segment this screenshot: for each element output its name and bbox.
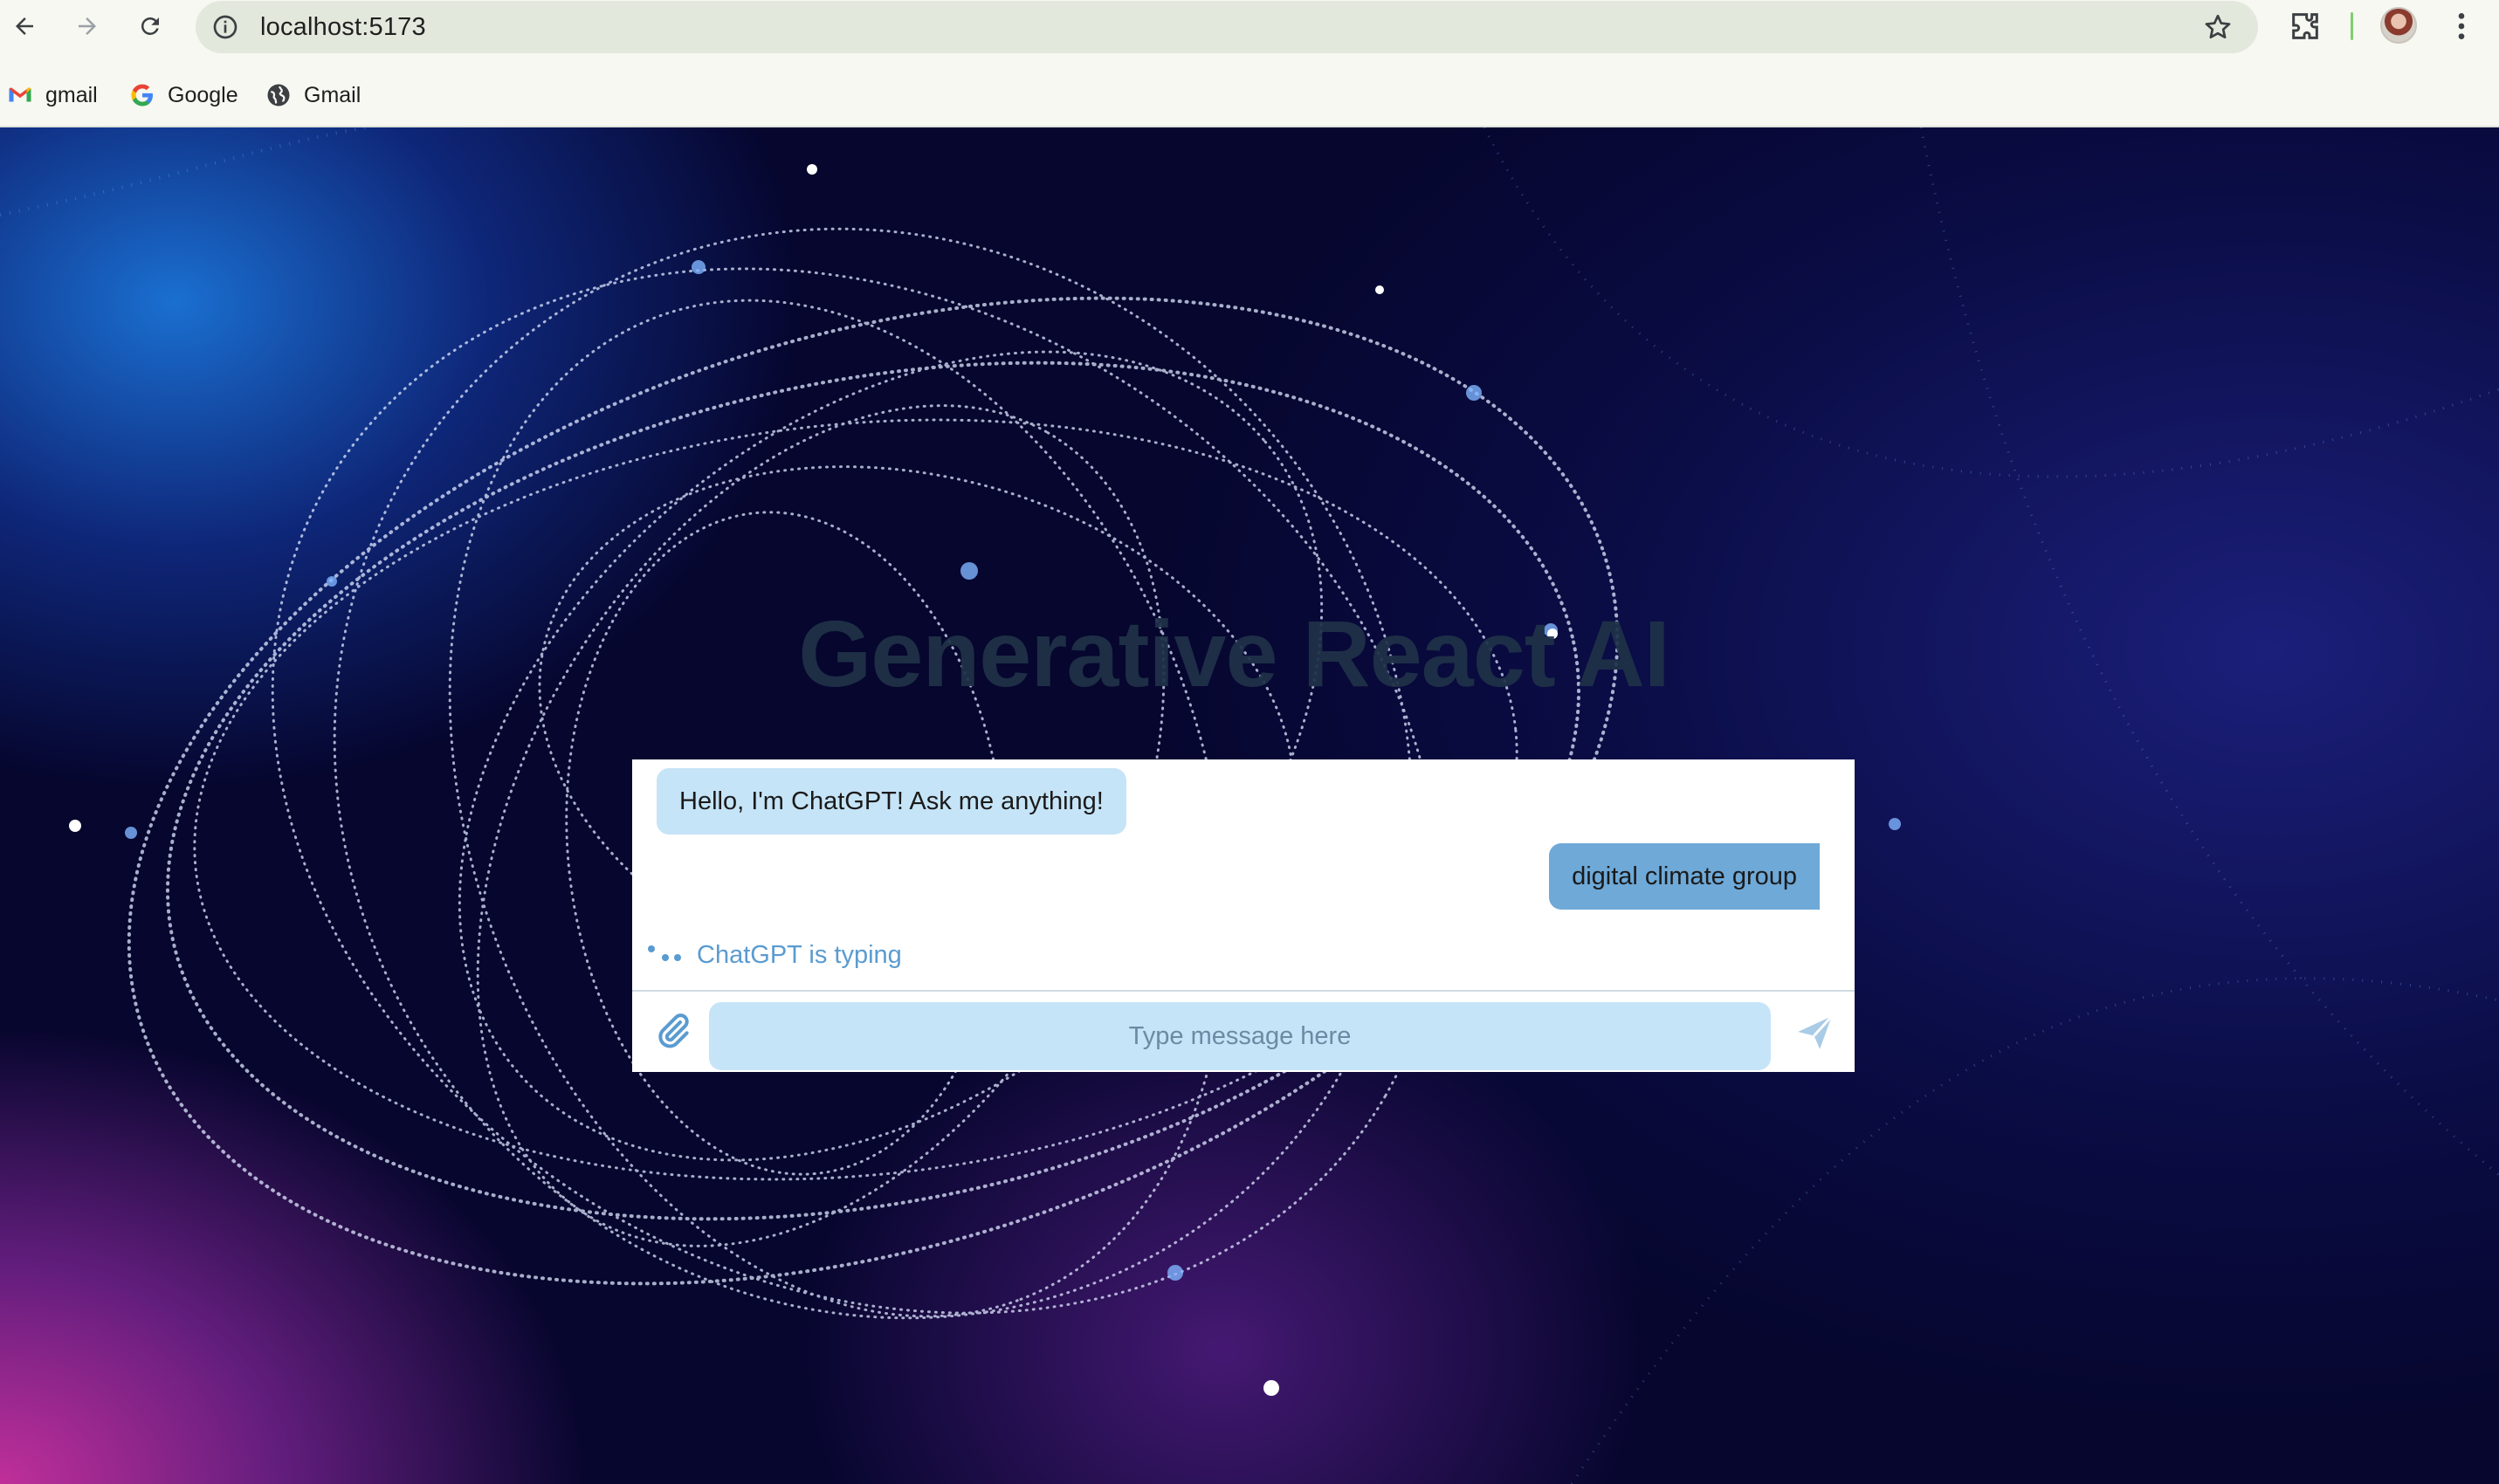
bookmark-label: gmail: [45, 82, 98, 107]
arrow-left-icon: [16, 17, 33, 35]
message-input[interactable]: [709, 1002, 1771, 1070]
reload-button[interactable]: [131, 7, 169, 45]
gmail-icon: [9, 87, 31, 102]
bookmark-label: Google: [168, 82, 238, 107]
typing-indicator: ChatGPT is typing: [646, 938, 902, 972]
google-icon: [131, 84, 153, 106]
profile-avatar[interactable]: [2380, 7, 2417, 44]
message-input-bar: [632, 990, 1855, 1072]
message-outgoing: digital climate group: [1549, 843, 1820, 910]
toolbar-divider: [2351, 12, 2353, 40]
paperclip-icon[interactable]: [651, 1009, 693, 1055]
site-info-icon[interactable]: [211, 13, 239, 41]
send-icon[interactable]: [1793, 1011, 1837, 1055]
globe-icon: [267, 84, 290, 106]
typing-dots-icon: [648, 945, 681, 961]
typing-text: ChatGPT is typing: [697, 940, 902, 969]
message-incoming: Hello, I'm ChatGPT! Ask me anything!: [657, 768, 1126, 835]
reload-icon: [141, 17, 159, 35]
more-vertical-icon[interactable]: [2448, 9, 2475, 44]
bookmark-gmail-lower[interactable]: gmail: [7, 75, 98, 115]
chat-widget: Hello, I'm ChatGPT! Ask me anything! dig…: [632, 759, 1855, 1072]
forward-button[interactable]: [68, 7, 107, 45]
bookmark-star-icon[interactable]: [2202, 11, 2234, 43]
address-bar[interactable]: localhost:5173: [196, 1, 2258, 53]
page-title: Generative React AI: [798, 601, 1669, 706]
browser-chrome: localhost:5173 gmail Google Gmail: [0, 0, 2499, 127]
back-button[interactable]: [5, 7, 44, 45]
extensions-icon[interactable]: [2288, 9, 2323, 44]
bookmark-gmail-upper[interactable]: Gmail: [265, 75, 361, 115]
app-page: Generative React AI Hello, I'm ChatGPT! …: [0, 127, 2499, 1484]
arrow-right-icon: [79, 17, 96, 35]
bookmark-google[interactable]: Google: [129, 75, 238, 115]
url-text[interactable]: localhost:5173: [260, 13, 426, 42]
bookmark-label: Gmail: [304, 82, 361, 107]
